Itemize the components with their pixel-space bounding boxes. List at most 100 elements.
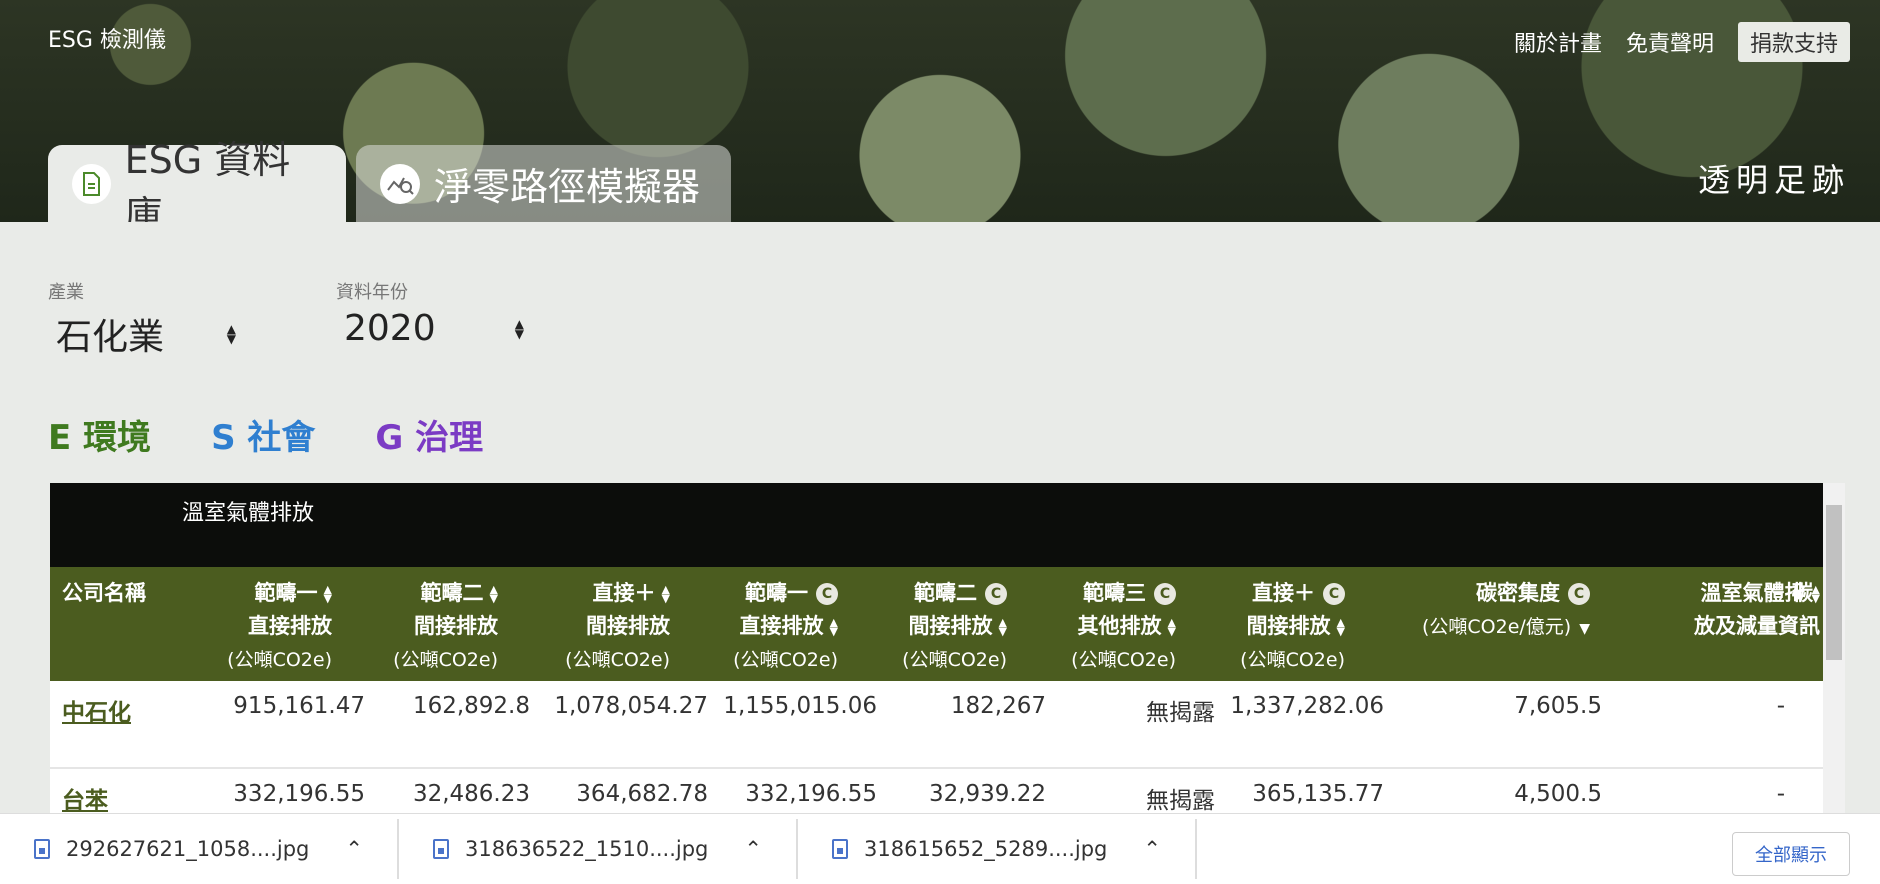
col-scope1-c[interactable]: 範疇一 C 直接排放 ▲ ▼ (公噸CO2e) bbox=[688, 577, 838, 676]
col-label: 間接排放 bbox=[908, 614, 993, 638]
sort-desc-icon[interactable]: ▼ bbox=[1579, 621, 1590, 637]
col-unit: (公噸CO2e) bbox=[393, 649, 498, 671]
col-unit: (公噸CO2e) bbox=[902, 649, 1007, 671]
company-link[interactable]: 台苯 bbox=[62, 781, 108, 813]
group-header: 溫室氣體排放 bbox=[182, 501, 315, 526]
tab-governance[interactable]: G 治理 bbox=[375, 410, 483, 459]
col-carbon-intensity[interactable]: 碳密集度 C (公噸CO2e/億元) ▼ bbox=[1370, 577, 1590, 646]
col-label: 碳密集度 bbox=[1476, 581, 1560, 605]
cell-value: 162,892.8 bbox=[412, 693, 530, 719]
chart-search-icon bbox=[380, 163, 420, 204]
col-label: 間接排放 bbox=[586, 614, 670, 638]
tab-social[interactable]: S 社會 bbox=[211, 410, 315, 459]
sort-icon[interactable]: ▲ ▼ bbox=[662, 584, 670, 604]
col-label: 範疇一 bbox=[745, 581, 808, 605]
col-label: 直接排放 bbox=[739, 614, 824, 638]
col-label: 範疇二 bbox=[420, 581, 484, 605]
nav-about[interactable]: 關於計畫 bbox=[1514, 22, 1602, 62]
col-company: 公司名稱 bbox=[62, 577, 146, 610]
year-selected-value: 2020 bbox=[344, 308, 436, 349]
cell-value: 332,196.55 bbox=[233, 781, 365, 807]
nav-disclaimer[interactable]: 免責聲明 bbox=[1626, 22, 1714, 62]
download-filename: 292627621_1058....jpg bbox=[66, 837, 310, 861]
industry-filter-label: 產業 bbox=[48, 282, 84, 303]
site-brand[interactable]: ESG 檢測儀 bbox=[48, 22, 166, 54]
cell-value: 32,486.23 bbox=[412, 781, 530, 807]
col-label: 範疇三 bbox=[1083, 581, 1146, 605]
industry-select[interactable]: 石化業 ▲ ▼ bbox=[48, 308, 236, 360]
top-nav: 關於計畫 免責聲明 捐款支持 bbox=[1514, 22, 1850, 62]
col-direct-indirect[interactable]: 直接＋ ▲ ▼ 間接排放 (公噸CO2e) bbox=[520, 577, 670, 676]
tab-esg-database-label: ESG 資料庫 bbox=[124, 137, 291, 223]
tab-environment[interactable]: E 環境 bbox=[48, 410, 151, 459]
col-label: 直接＋ bbox=[1252, 581, 1315, 605]
cell-value: 332,196.55 bbox=[745, 781, 877, 807]
col-scope3-c[interactable]: 範疇三 C 其他排放 ▲ ▼ (公噸CO2e) bbox=[1026, 577, 1176, 676]
table-scrollbar[interactable] bbox=[1823, 483, 1845, 813]
col-truncated: 碳 bbox=[1792, 577, 1813, 610]
sort-icon[interactable]: ▲ ▼ bbox=[830, 617, 838, 637]
download-item[interactable]: 292627621_1058....jpg ⌃ bbox=[0, 819, 399, 879]
col-label: 直接＋ bbox=[592, 581, 656, 605]
col-label: 其他排放 bbox=[1077, 614, 1162, 638]
sort-icon[interactable]: ▲ ▼ bbox=[1337, 617, 1345, 637]
col-label: 溫室氣體排 bbox=[1700, 581, 1806, 605]
cell-value: - bbox=[1776, 693, 1785, 719]
info-c-icon[interactable]: C bbox=[1154, 583, 1176, 605]
year-filter[interactable]: 資料年份 2020 ▲ ▼ bbox=[336, 278, 524, 349]
col-unit: (公噸CO2e) bbox=[733, 649, 838, 671]
company-link[interactable]: 中石化 bbox=[62, 693, 131, 727]
col-label: 範疇二 bbox=[914, 581, 977, 605]
col-label: 範疇一 bbox=[254, 581, 318, 605]
col-unit: (公噸CO2e) bbox=[1071, 649, 1176, 671]
cell-value: 32,939.22 bbox=[928, 781, 1046, 807]
industry-selected-value: 石化業 bbox=[56, 317, 165, 358]
year-filter-label: 資料年份 bbox=[336, 282, 408, 303]
donate-button[interactable]: 捐款支持 bbox=[1737, 22, 1850, 62]
chevron-up-icon[interactable]: ⌃ bbox=[744, 837, 762, 861]
slogan: 透明足跡 bbox=[1697, 161, 1850, 199]
col-scope2-c[interactable]: 範疇二 C 間接排放 ▲ ▼ (公噸CO2e) bbox=[857, 577, 1007, 676]
info-c-icon[interactable]: C bbox=[816, 583, 838, 605]
info-c-icon[interactable]: C bbox=[1568, 583, 1590, 605]
scrollbar-thumb[interactable] bbox=[1826, 505, 1842, 660]
sort-updown-icon: ▲ ▼ bbox=[514, 316, 524, 341]
sort-icon[interactable]: ▲ ▼ bbox=[999, 617, 1007, 637]
col-label: 放及減量資訊 bbox=[1694, 614, 1820, 638]
document-icon bbox=[72, 163, 111, 204]
col-scope2[interactable]: 範疇二 ▲ ▼ 間接排放 (公噸CO2e) bbox=[348, 577, 498, 676]
sort-icon[interactable]: ▲ ▼ bbox=[490, 584, 498, 604]
sort-icon[interactable]: ▲ ▼ bbox=[1168, 617, 1176, 637]
col-unit: (公噸CO2e) bbox=[565, 649, 670, 671]
cell-value: 364,682.78 bbox=[576, 781, 708, 807]
industry-filter[interactable]: 產業 石化業 ▲ ▼ bbox=[48, 278, 236, 360]
col-label: 間接排放 bbox=[414, 614, 498, 638]
table-row: 中石化 915,161.47 162,892.8 1,078,054.27 1,… bbox=[50, 681, 1845, 769]
info-c-icon[interactable]: C bbox=[1323, 583, 1345, 605]
col-ghg-info[interactable]: 溫室氣體排 ▲ ▼ 放及減量資訊 bbox=[1610, 577, 1820, 643]
col-label: 直接排放 bbox=[248, 614, 332, 638]
cell-value: 7,605.5 bbox=[1514, 693, 1602, 719]
cell-value: 1,337,282.06 bbox=[1230, 693, 1384, 719]
info-c-icon[interactable]: C bbox=[985, 583, 1007, 605]
tab-net-zero-simulator[interactable]: 淨零路徑模擬器 bbox=[356, 145, 731, 222]
year-select[interactable]: 2020 ▲ ▼ bbox=[336, 308, 524, 349]
download-filename: 318636522_1510....jpg bbox=[465, 837, 709, 861]
download-bar: 292627621_1058....jpg ⌃ 318636522_1510..… bbox=[0, 813, 1880, 884]
download-item[interactable]: 318615652_5289....jpg ⌃ bbox=[798, 819, 1197, 879]
show-all-button[interactable]: 全部顯示 bbox=[1732, 832, 1850, 876]
sort-icon[interactable]: ▲ ▼ bbox=[324, 584, 332, 604]
chevron-up-icon[interactable]: ⌃ bbox=[1143, 837, 1161, 861]
col-direct-indirect-c[interactable]: 直接＋ C 間接排放 ▲ ▼ (公噸CO2e) bbox=[1195, 577, 1345, 676]
esg-category-tabs: E 環境 S 社會 G 治理 bbox=[48, 410, 483, 459]
download-item[interactable]: 318636522_1510....jpg ⌃ bbox=[399, 819, 798, 879]
image-file-icon bbox=[832, 839, 848, 859]
tab-esg-database[interactable]: ESG 資料庫 bbox=[48, 138, 346, 222]
col-label: 間接排放 bbox=[1246, 614, 1331, 638]
cell-value: 365,135.77 bbox=[1252, 781, 1384, 807]
table-group-band: 溫室氣體排放 bbox=[50, 483, 1845, 567]
cell-value: 4,500.5 bbox=[1514, 781, 1602, 807]
hero-banner: ESG 檢測儀 關於計畫 免責聲明 捐款支持 透明足跡 ESG 資料庫 淨零路徑… bbox=[0, 0, 1880, 222]
chevron-up-icon[interactable]: ⌃ bbox=[345, 837, 363, 861]
col-scope1[interactable]: 範疇一 ▲ ▼ 直接排放 (公噸CO2e) bbox=[182, 577, 332, 676]
